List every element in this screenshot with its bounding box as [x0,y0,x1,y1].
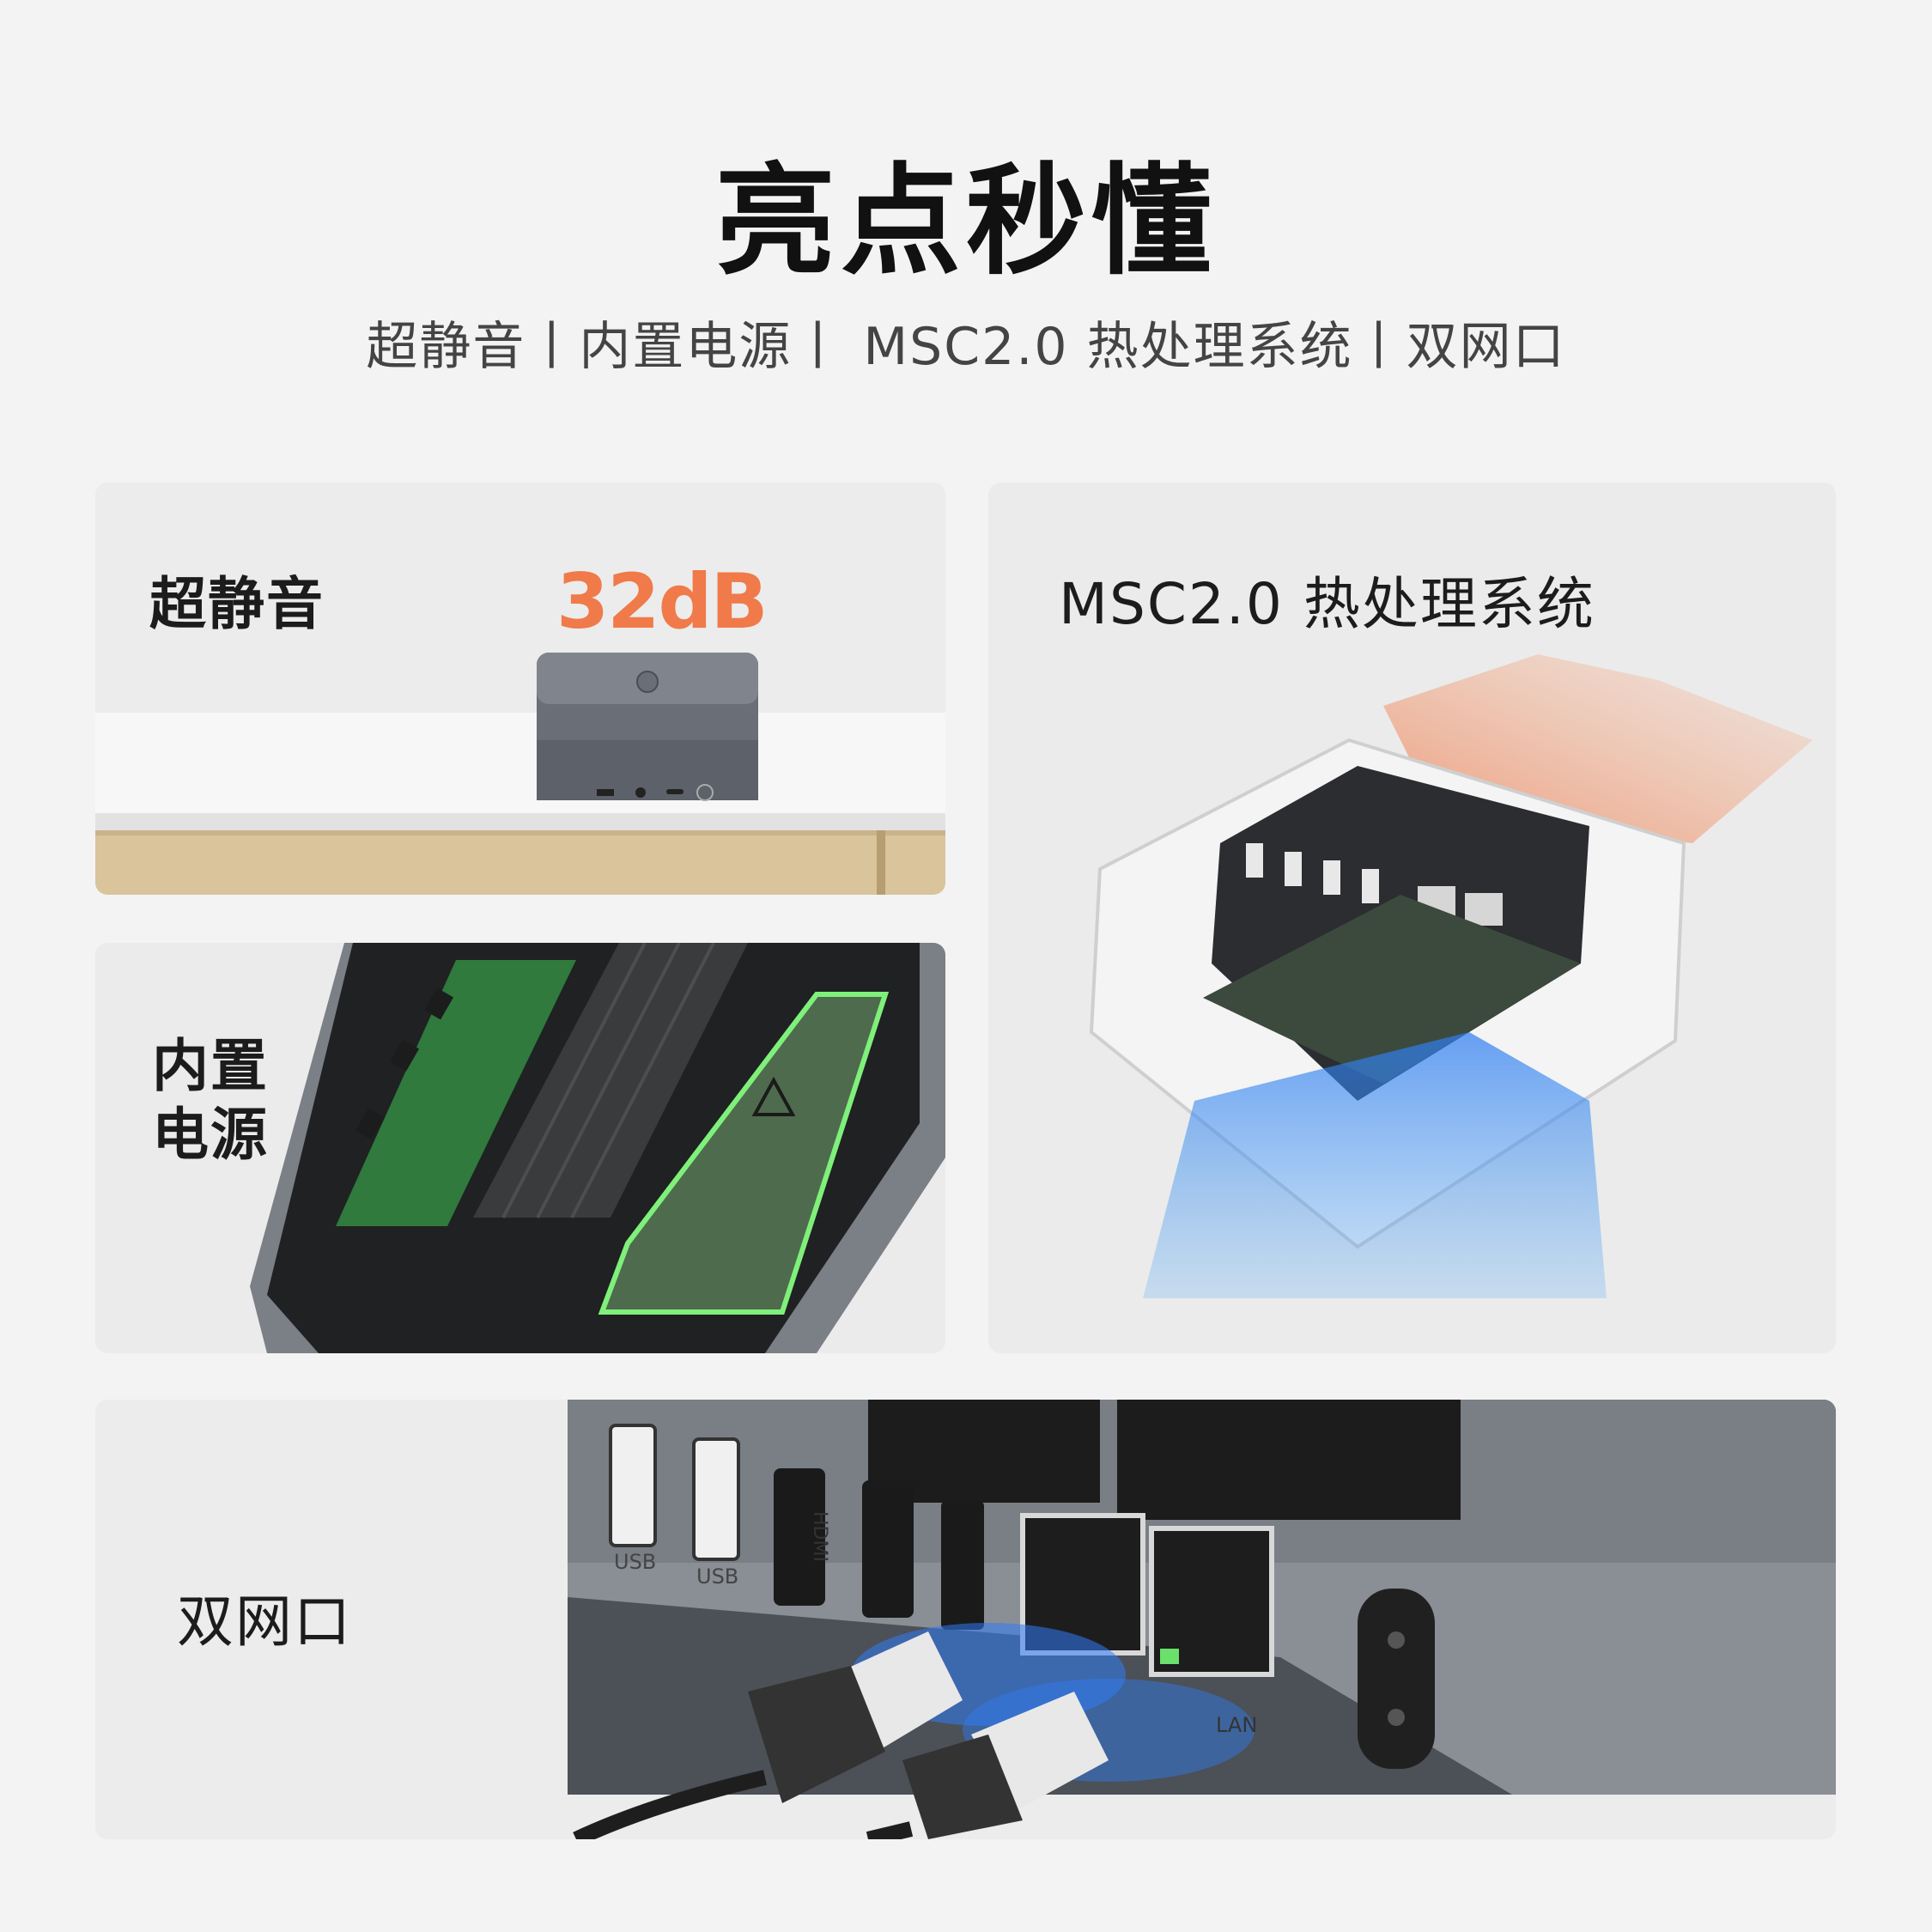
power-label-line2: 电源 [152,1102,269,1168]
power-card: 内置 电源 [95,943,945,1353]
silent-card: 超静音 32dB [95,483,945,895]
page-subtitle: 超静音丨内置电源丨 MSC2.0 热处理系统丨双网口 [366,317,1566,377]
noise-level-badge: 32dB [556,557,769,646]
thermal-card: MSC2.0 热处理系统 [988,483,1836,1353]
usb-port-label-2: USB [696,1564,739,1589]
usb-port-label-1: USB [614,1550,657,1574]
silent-illustration [95,653,945,895]
lan-card: 双网口 USB USB HDMI LAN [95,1400,1836,1839]
lan-illustration [568,1400,1836,1839]
page-title: 亮点秒懂 [714,152,1217,292]
hdmi-port-label: HDMI [809,1511,830,1562]
lan-port-label: LAN [1216,1713,1258,1737]
thermal-label: MSC2.0 热处理系统 [1059,571,1595,637]
lan-label: 双网口 [177,1589,352,1655]
silent-label: 超静音 [149,571,325,637]
